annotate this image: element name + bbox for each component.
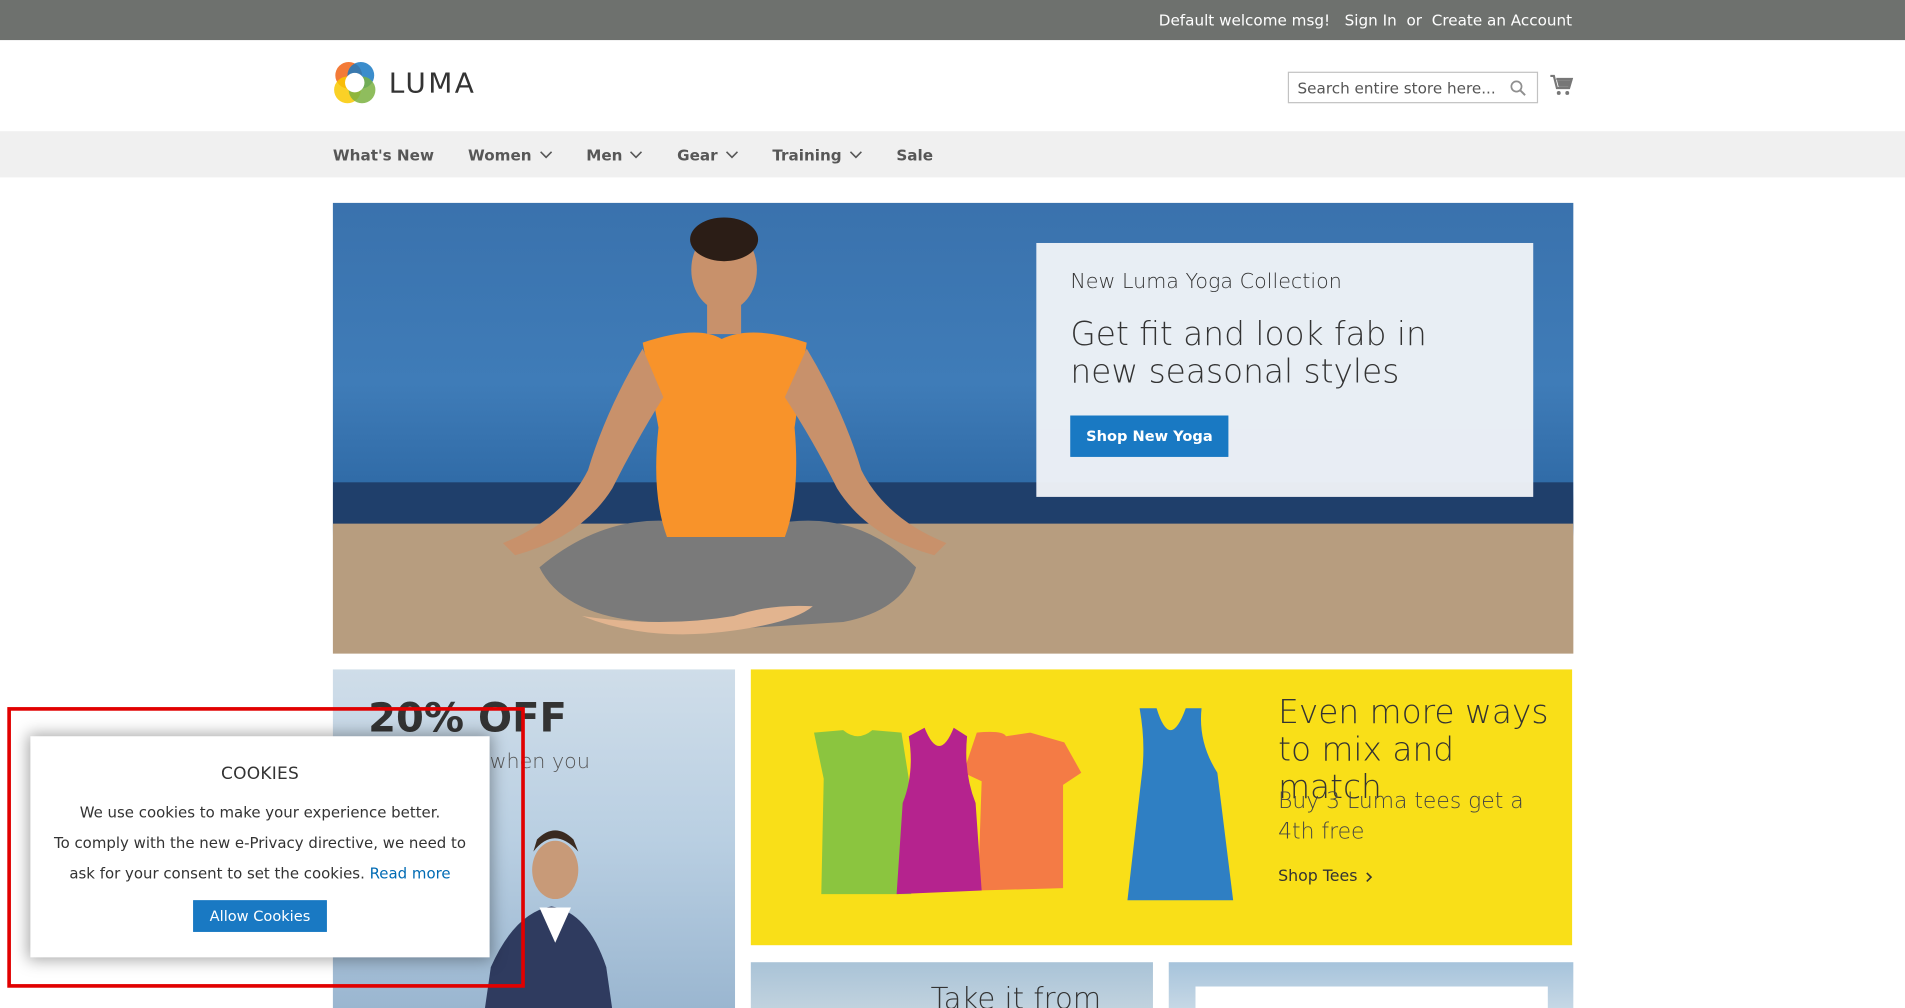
tile-content-box [1195, 986, 1548, 1008]
cart-icon[interactable] [1550, 74, 1574, 96]
nav-label: Men [586, 145, 623, 164]
nav-label: Training [772, 145, 842, 164]
highlight-box [7, 707, 525, 988]
nav-item-women[interactable]: Women [468, 145, 552, 163]
main-navigation: What's New Women Men Gear Training Sale [0, 131, 1905, 178]
shop-tees-link[interactable]: Shop Tees [1278, 867, 1376, 886]
or-separator: or [1406, 10, 1423, 30]
search-box [1287, 71, 1539, 104]
promo-tees-text: Buy 3 Luma tees get a 4th free [1278, 788, 1524, 845]
top-panel: Default welcome msg! Sign In or Create a… [0, 0, 1905, 41]
welcome-message: Default welcome msg! [1158, 10, 1331, 30]
promo-tile-right[interactable] [1168, 962, 1574, 1008]
shop-new-yoga-button[interactable]: Shop New Yoga [1070, 415, 1229, 457]
hero-banner[interactable]: New Luma Yoga Collection Get fit and loo… [332, 202, 1574, 654]
nav-label: What's New [332, 145, 434, 164]
chevron-down-icon [539, 150, 552, 158]
search-input[interactable] [1289, 72, 1508, 103]
chevron-down-icon [630, 150, 643, 158]
create-account-link[interactable]: Create an Account [1432, 11, 1572, 29]
tile-title: Take it from [930, 981, 1102, 1008]
hero-subtitle: New Luma Yoga Collection [1070, 269, 1342, 295]
nav-item-sale[interactable]: Sale [896, 145, 933, 163]
sign-in-link[interactable]: Sign In [1345, 11, 1397, 29]
chevron-right-icon [1366, 871, 1373, 882]
nav-item-whats-new[interactable]: What's New [333, 145, 434, 163]
header-links: Default welcome msg! Sign In or Create a… [1159, 0, 1572, 40]
hero-title: Get fit and look fab in new seasonal sty… [1070, 315, 1427, 392]
chevron-down-icon [725, 150, 738, 158]
shop-tees-label: Shop Tees [1278, 867, 1358, 886]
tees-image [813, 708, 1234, 901]
logo-text: LUMA [388, 67, 477, 100]
luma-logo-icon [334, 61, 376, 104]
nav-item-men[interactable]: Men [586, 145, 643, 163]
page: Default welcome msg! Sign In or Create a… [0, 0, 1905, 1008]
nav-label: Gear [677, 145, 718, 164]
logo[interactable]: LUMA [333, 61, 476, 106]
promo-tees-banner[interactable]: Even more ways to mix and match Buy 3 Lu… [750, 669, 1573, 946]
search-icon[interactable] [1510, 80, 1526, 96]
chevron-down-icon [849, 150, 862, 158]
nav-item-gear[interactable]: Gear [677, 145, 738, 163]
promo-tile-take-it[interactable]: Take it from [750, 962, 1153, 1008]
nav-label: Sale [896, 145, 934, 164]
nav-item-training[interactable]: Training [772, 145, 862, 163]
nav-label: Women [467, 145, 532, 164]
hero-content: New Luma Yoga Collection Get fit and loo… [1036, 242, 1534, 497]
